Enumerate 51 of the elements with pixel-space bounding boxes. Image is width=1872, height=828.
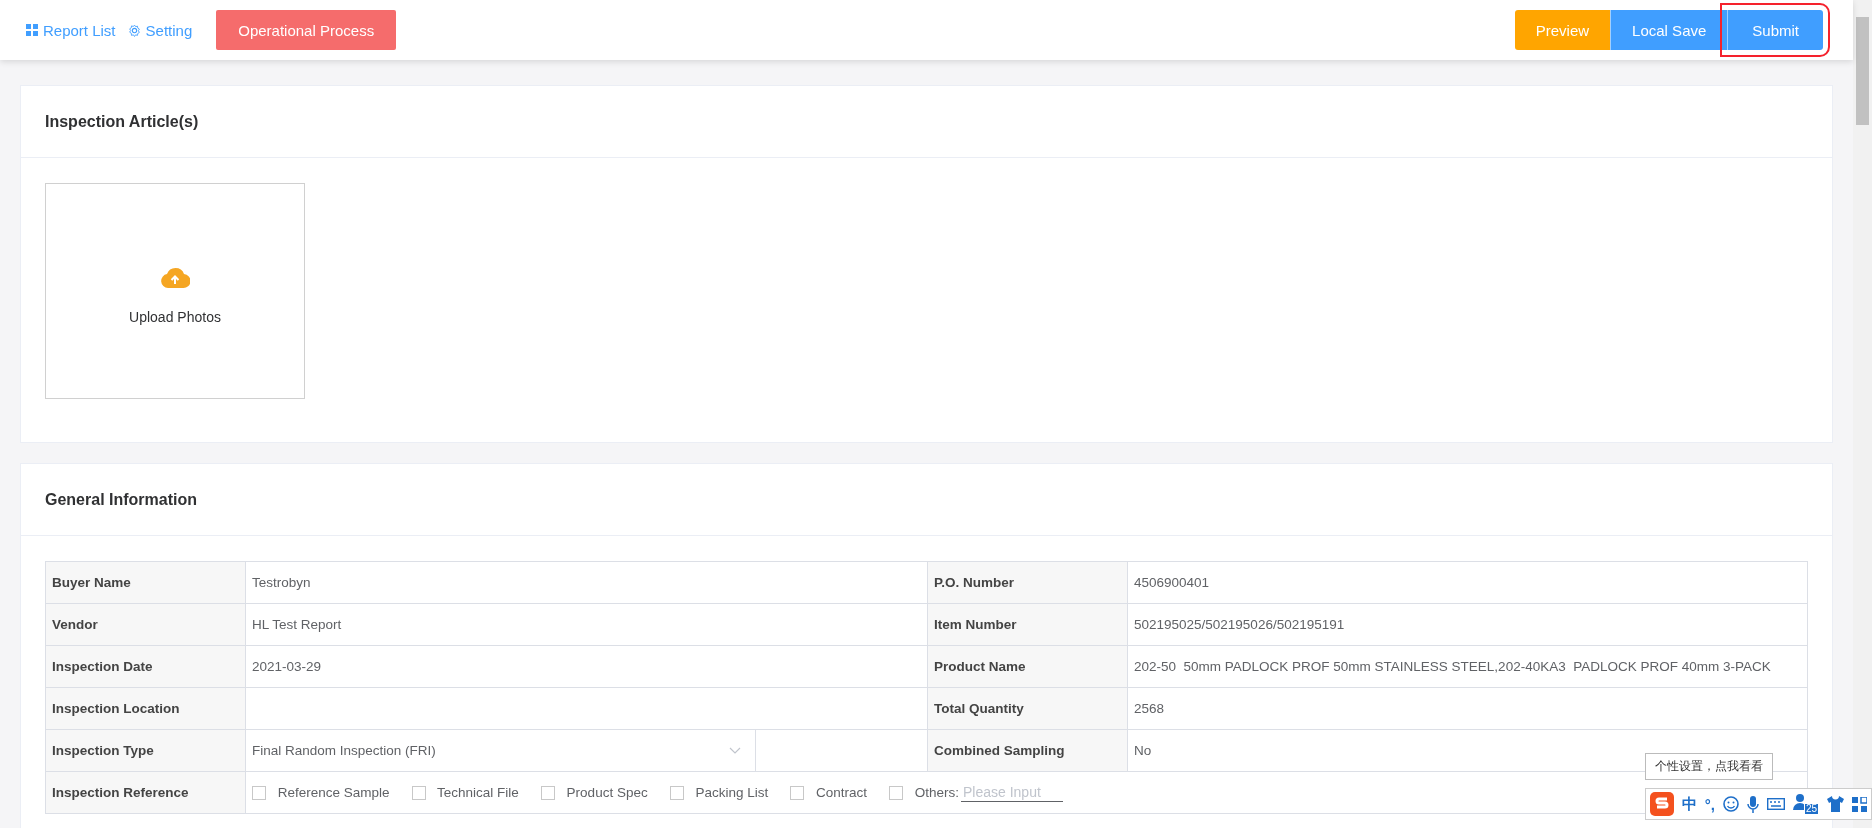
field-label: Combined Sampling bbox=[928, 730, 1128, 772]
chevron-down-icon bbox=[729, 746, 741, 755]
checkbox-option[interactable]: Contract bbox=[790, 785, 867, 800]
field-label: Inspection Date bbox=[46, 646, 246, 688]
microphone-icon[interactable] bbox=[1747, 795, 1759, 813]
section-title: Inspection Article(s) bbox=[45, 112, 199, 131]
tooltip: 个性设置，点我看看 bbox=[1644, 753, 1773, 780]
checkbox[interactable] bbox=[669, 785, 684, 800]
grid-icon[interactable] bbox=[1852, 796, 1867, 812]
section-title: General Information bbox=[45, 490, 198, 509]
field-label: Inspection Type bbox=[46, 730, 246, 772]
checkbox[interactable] bbox=[252, 785, 266, 800]
checkbox-option[interactable]: Technical File bbox=[411, 785, 519, 800]
scrollbar[interactable] bbox=[1853, 0, 1872, 828]
upload-photos-button[interactable]: Upload Photos bbox=[45, 183, 305, 399]
field-value: 2021-03-29 bbox=[246, 646, 928, 688]
checkbox-option[interactable]: Product Spec bbox=[540, 785, 648, 800]
field-value: 202-50 50mm PADLOCK PROF 50mm STAINLESS STEEL,202-40KA3 PADLOCK PROF 40mm 3-PACK bbox=[1128, 646, 1808, 688]
smiley-icon[interactable] bbox=[1723, 796, 1739, 812]
scrollbar-thumb[interactable] bbox=[1856, 17, 1869, 125]
field-label: Product Name bbox=[928, 646, 1128, 688]
field-value: 502195025/502195026/502195191 bbox=[1128, 604, 1808, 646]
field-label: Buyer Name bbox=[46, 562, 246, 604]
cloud-upload-icon bbox=[160, 266, 190, 289]
grid-icon bbox=[26, 24, 38, 36]
checkbox[interactable] bbox=[790, 785, 805, 800]
field-label: Item Number bbox=[928, 604, 1128, 646]
field-value: 2568 bbox=[1128, 688, 1808, 730]
field-value: 4506900401 bbox=[1128, 562, 1808, 604]
field-label: Total Quantity bbox=[928, 688, 1128, 730]
field-label: Vendor bbox=[46, 604, 246, 646]
shirt-icon[interactable] bbox=[1827, 796, 1844, 812]
field-label: Inspection Reference bbox=[46, 772, 246, 814]
select-field[interactable]: Final Random Inspection (FRI) bbox=[252, 743, 749, 758]
field-value: Testrobyn bbox=[246, 562, 928, 604]
ime-logo-icon[interactable] bbox=[1649, 792, 1674, 816]
checkbox[interactable] bbox=[411, 785, 426, 800]
count-badge: 25 bbox=[1803, 803, 1819, 815]
others-input-field[interactable]: Please Input bbox=[961, 783, 1063, 802]
checkbox-option[interactable]: Others: bbox=[889, 785, 959, 800]
input-mode-toggle[interactable]: 中 bbox=[1681, 794, 1697, 814]
checkbox-option[interactable]: Packing List bbox=[669, 785, 769, 800]
checkbox[interactable] bbox=[889, 785, 903, 800]
checkbox[interactable] bbox=[540, 785, 555, 800]
punctuation-toggle[interactable]: °, bbox=[1704, 795, 1715, 813]
field-value: HL Test Report bbox=[246, 604, 928, 646]
field-label: P.O. Number bbox=[928, 562, 1128, 604]
field-label: Inspection Location bbox=[46, 688, 246, 730]
keyboard-icon[interactable] bbox=[1767, 798, 1785, 810]
checkbox-option[interactable]: Reference Sample bbox=[252, 785, 390, 800]
settings-icon bbox=[127, 23, 141, 37]
